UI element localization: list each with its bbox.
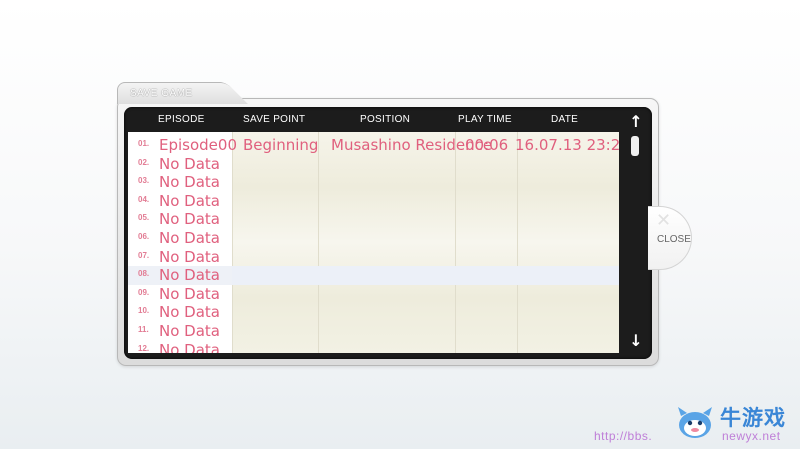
slot-episode: No Data xyxy=(159,210,220,229)
slot-number: 11. xyxy=(138,325,149,334)
watermark-url-right: newyx.net xyxy=(722,429,781,443)
column-header-save-point: SAVE POINT xyxy=(243,114,306,125)
watermark-url-left: http://bbs. xyxy=(594,429,653,443)
slot-number: 06. xyxy=(138,232,150,241)
save-slot-row[interactable]: 01. Episode00 Beginning Musashino Reside… xyxy=(128,136,619,155)
slot-number: 01. xyxy=(138,139,150,148)
close-label[interactable]: CLOSE xyxy=(657,234,691,245)
slot-number: 12. xyxy=(138,343,150,353)
window-title: SAVE GAME xyxy=(130,88,193,99)
column-header-play-time: PLAY TIME xyxy=(458,114,512,125)
column-header-episode: EPISODE xyxy=(158,114,205,125)
save-slot-row[interactable]: 06. No Data xyxy=(128,229,619,248)
save-slot-row[interactable]: 07. No Data xyxy=(128,248,619,267)
save-slot-row[interactable]: 12. No Data xyxy=(128,341,619,353)
slot-date: 16.07.13 23:2 xyxy=(515,136,619,154)
mascot-logo-icon xyxy=(678,407,712,438)
save-slot-row[interactable]: 04. No Data xyxy=(128,192,619,211)
slot-episode: Episode00 xyxy=(159,136,237,154)
save-slot-row[interactable]: 02. No Data xyxy=(128,155,619,174)
column-header-date: DATE xyxy=(551,114,579,125)
slot-episode: No Data xyxy=(159,247,220,266)
slot-episode: No Data xyxy=(159,340,220,353)
save-slot-row[interactable]: 11. No Data xyxy=(128,322,619,341)
slot-episode: No Data xyxy=(159,154,220,173)
slot-episode: No Data xyxy=(159,303,220,322)
slot-number: 04. xyxy=(138,194,150,204)
save-slot-row[interactable]: 10. No Data xyxy=(128,303,619,322)
watermark-brand: 牛游戏 xyxy=(720,406,786,430)
slot-number: 07. xyxy=(138,250,150,260)
save-slot-list: 01. Episode00 Beginning Musashino Reside… xyxy=(128,132,619,353)
slot-episode: No Data xyxy=(159,173,220,192)
save-slot-row[interactable]: 03. No Data xyxy=(128,173,619,192)
selected-row-highlight xyxy=(232,266,619,285)
slot-number: 09. xyxy=(138,287,150,297)
save-slot-row[interactable]: 05. No Data xyxy=(128,210,619,229)
slot-number: 08. xyxy=(138,269,150,279)
down-arrow-icon[interactable]: ↓ xyxy=(627,332,645,350)
slot-number: 03. xyxy=(138,176,150,186)
up-arrow-icon[interactable]: ↑ xyxy=(627,113,645,131)
slot-episode: No Data xyxy=(159,229,220,247)
slot-number: 10. xyxy=(138,306,150,316)
slot-number: 05. xyxy=(138,213,150,223)
slot-play-time: 00:06 xyxy=(465,136,509,154)
scrollbar-thumb[interactable] xyxy=(631,136,639,156)
slot-save-point: Beginning xyxy=(243,136,319,154)
table-header: EPISODE SAVE POINT POSITION PLAY TIME DA… xyxy=(124,107,624,132)
slot-number: 02. xyxy=(138,157,150,167)
save-slot-row[interactable]: 09. No Data xyxy=(128,285,619,304)
slot-episode: No Data xyxy=(159,322,220,340)
slot-episode: No Data xyxy=(159,284,220,303)
close-icon[interactable]: ✕ xyxy=(656,210,671,231)
column-header-position: POSITION xyxy=(360,114,411,125)
slot-episode: No Data xyxy=(159,266,220,285)
save-slot-row-selected[interactable]: 08. No Data xyxy=(128,266,619,285)
slot-episode: No Data xyxy=(159,191,220,210)
